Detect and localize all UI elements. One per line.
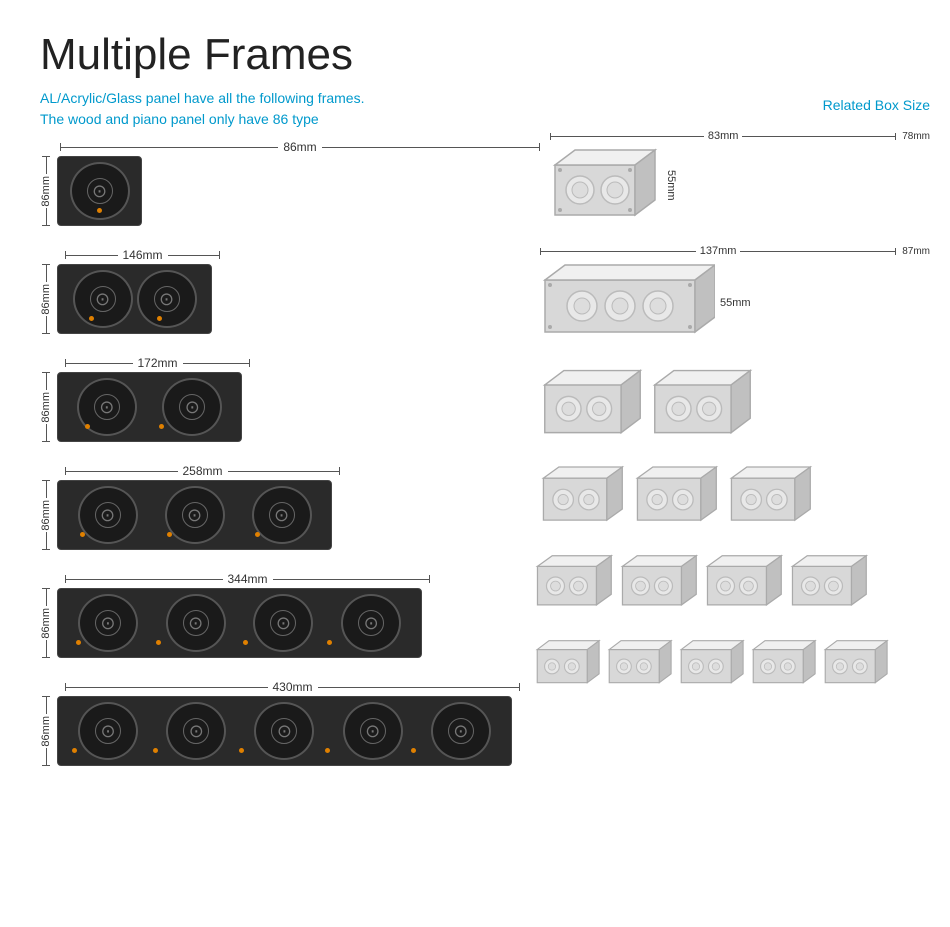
frame-4-height-label: 86mm xyxy=(40,498,52,533)
socket-4-2 xyxy=(165,486,225,544)
frame-row-5: 344mm 86mm xyxy=(40,572,540,658)
box-2-width: 137mm xyxy=(696,245,741,257)
socket-5-4 xyxy=(341,594,401,652)
frame-row-6: 430mm 86mm xyxy=(40,680,540,766)
box-row-4 xyxy=(530,461,930,533)
box-6d xyxy=(751,635,821,695)
frame-3 xyxy=(57,372,242,442)
box-6b xyxy=(607,635,677,695)
frames-panel: 86mm 86mm xyxy=(40,140,540,788)
box-3a-svg xyxy=(540,365,645,443)
box-row-6 xyxy=(530,635,930,695)
box-6c xyxy=(679,635,749,695)
frame-4-width-label: 258mm xyxy=(178,464,228,478)
box-4b-svg xyxy=(634,461,724,533)
box-row-2: 137mm 87mm xyxy=(530,245,930,345)
box-3b-svg xyxy=(650,365,755,443)
frame-5-height-label: 86mm xyxy=(40,606,52,641)
socket-5-3 xyxy=(253,594,313,652)
subtitle: AL/Acrylic/Glass panel have all the foll… xyxy=(40,88,910,130)
frame-3-height-label: 86mm xyxy=(40,390,52,425)
box-1-height: 55mm xyxy=(665,170,677,201)
socket-6-3 xyxy=(254,702,314,760)
box-6a xyxy=(535,635,605,695)
box-1-svg xyxy=(550,145,660,225)
frame-6 xyxy=(57,696,512,766)
socket-3-2 xyxy=(162,378,222,436)
socket-2-2 xyxy=(137,270,197,328)
box-4c-svg xyxy=(728,461,818,533)
frame-2 xyxy=(57,264,212,334)
frame-6-height-label: 86mm xyxy=(40,714,52,749)
box-2-depth: 87mm xyxy=(902,246,930,257)
socket-5-2 xyxy=(166,594,226,652)
frame-5-width-label: 344mm xyxy=(223,572,273,586)
box-5d xyxy=(790,551,872,617)
box-5c xyxy=(705,551,787,617)
box-4a-svg xyxy=(540,461,630,533)
box-1-depth: 78mm xyxy=(902,131,930,142)
subtitle-line1: AL/Acrylic/Glass panel have all the foll… xyxy=(40,88,910,109)
socket-2-1 xyxy=(73,270,133,328)
box-row-3 xyxy=(530,365,930,443)
socket-6-1 xyxy=(78,702,138,760)
box-2-height: 55mm xyxy=(720,297,751,309)
box-2-svg xyxy=(540,260,715,345)
socket-6-2 xyxy=(166,702,226,760)
right-panel: 83mm 78mm xyxy=(530,130,930,695)
box-row-5 xyxy=(530,551,930,617)
frame-row-4: 258mm 86mm xyxy=(40,464,540,550)
box-5a xyxy=(535,551,617,617)
frame-row-2: 146mm 86mm xyxy=(40,248,540,334)
socket-4-3 xyxy=(252,486,312,544)
socket-5-1 xyxy=(78,594,138,652)
socket-6-4 xyxy=(343,702,403,760)
frame-row-3: 172mm 86mm xyxy=(40,356,540,442)
box-6e xyxy=(823,635,893,695)
frame-4 xyxy=(57,480,332,550)
page-container: Multiple Frames AL/Acrylic/Glass panel h… xyxy=(0,0,950,927)
subtitle-line2: The wood and piano panel only have 86 ty… xyxy=(40,109,910,130)
box-row-1: 83mm 78mm xyxy=(530,130,930,225)
frame-3-width-label: 172mm xyxy=(133,356,183,370)
frame-1-height-label: 86mm xyxy=(40,174,52,209)
socket-6-5 xyxy=(431,702,491,760)
related-box-size-label: Related Box Size xyxy=(823,97,930,113)
frame-2-height-label: 86mm xyxy=(40,282,52,317)
socket-4-1 xyxy=(78,486,138,544)
frame-1 xyxy=(57,156,142,226)
frame-1-width-label: 86mm xyxy=(278,140,321,154)
frame-5 xyxy=(57,588,422,658)
page-title: Multiple Frames xyxy=(40,30,910,80)
frame-2-width-label: 146mm xyxy=(118,248,168,262)
frame-row-1: 86mm 86mm xyxy=(40,140,540,226)
frame-6-width-label: 430mm xyxy=(268,680,318,694)
box-1-width: 83mm xyxy=(704,130,743,142)
box-5b xyxy=(620,551,702,617)
